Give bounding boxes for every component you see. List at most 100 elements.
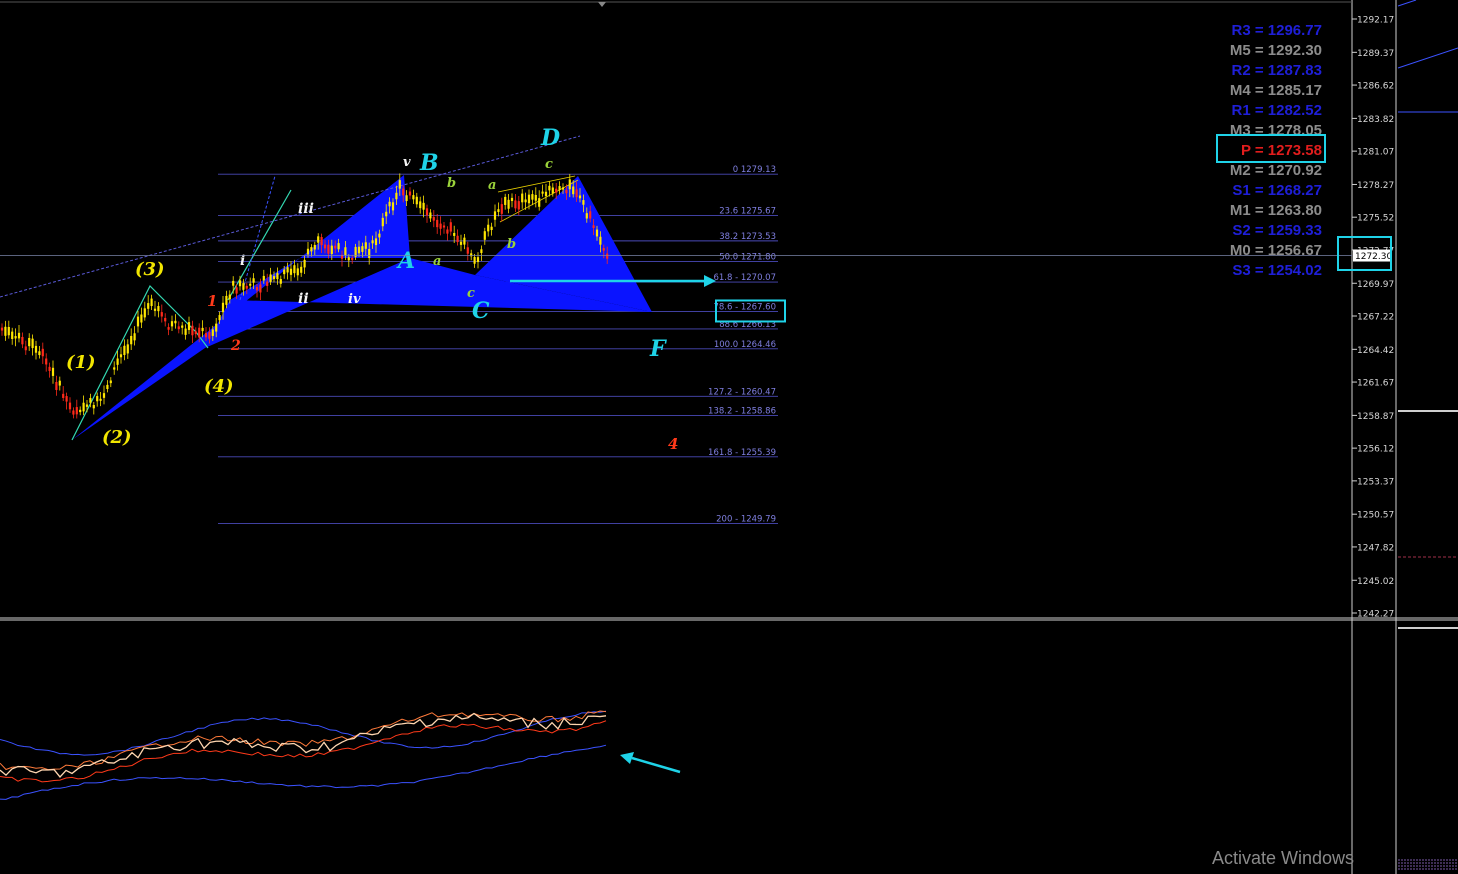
candle-body	[187, 322, 191, 330]
candle-body	[493, 211, 497, 220]
candle-body	[582, 200, 585, 205]
candle-body	[255, 286, 259, 291]
fib-level-label: 200 - 1249.79	[716, 514, 776, 524]
pivot-level-label: M0 = 1256.67	[1229, 242, 1322, 259]
candle-body	[164, 317, 167, 322]
axis-tick-label: 1275.52	[1357, 214, 1394, 224]
axis-tick-label: 1261.67	[1357, 379, 1394, 389]
candle-body	[599, 236, 602, 245]
candle-body	[371, 240, 374, 244]
candle-body	[575, 189, 578, 198]
pivot-level-label: M4 = 1285.17	[1229, 82, 1322, 99]
candle-body	[606, 253, 609, 259]
candle-body	[249, 283, 252, 286]
wave-label: v	[403, 155, 411, 170]
wave-label: c	[467, 286, 475, 301]
wave-label: C	[472, 298, 490, 324]
candle-body	[446, 229, 449, 234]
candle-body	[561, 187, 565, 190]
candle-body	[279, 278, 282, 284]
candle-body	[0, 327, 4, 331]
candle-body	[48, 366, 51, 371]
candle-body	[347, 257, 350, 261]
candle-body	[527, 194, 531, 204]
candle-body	[466, 247, 469, 254]
candle-body	[106, 384, 109, 390]
candle-body	[323, 244, 327, 249]
candle-body	[500, 204, 503, 214]
activate-windows-watermark: Activate Windows	[1212, 848, 1355, 868]
candle-body	[463, 237, 466, 245]
candle-body	[31, 338, 34, 349]
candle-body	[266, 281, 269, 286]
scroll-marker	[598, 2, 606, 7]
candle-body	[555, 188, 558, 193]
candle-body	[368, 248, 371, 259]
candle-body	[17, 332, 21, 339]
pivot-level-label: R3 = 1296.77	[1231, 22, 1323, 39]
candle-body	[191, 325, 194, 336]
candle-body	[487, 224, 490, 232]
candle-body	[415, 196, 418, 205]
axis-tick-label: 1264.42	[1357, 346, 1394, 356]
wave-label: b	[447, 176, 456, 191]
wave-label: B	[419, 150, 439, 176]
pivot-level-label: R2 = 1287.83	[1231, 62, 1323, 79]
candle-body	[96, 396, 99, 402]
candle-body	[391, 202, 395, 211]
candle-body	[548, 185, 551, 191]
candle-body	[412, 195, 415, 200]
candle-body	[303, 259, 306, 268]
candle-body	[408, 191, 412, 196]
candle-body	[68, 402, 72, 410]
candle-body	[449, 222, 452, 232]
fib-level-label: 161.8 - 1255.39	[708, 448, 776, 458]
candle-body	[565, 189, 568, 194]
candle-body	[453, 232, 456, 236]
candle-body	[531, 194, 534, 200]
wave-label: (1)	[66, 352, 96, 373]
candle-body	[232, 280, 235, 286]
wave-label: iii	[298, 201, 314, 217]
candle-body	[130, 335, 133, 345]
pivot-highlight-box	[1216, 134, 1326, 163]
candle-body	[92, 405, 95, 409]
pivot-level-label: M5 = 1292.30	[1229, 42, 1322, 59]
candle-body	[459, 241, 463, 245]
candle-body	[374, 238, 378, 246]
candle-body	[221, 302, 225, 313]
wave-label: 2	[230, 338, 241, 354]
candle-body	[476, 257, 480, 263]
candle-body	[123, 345, 126, 356]
oscillator-arrow-line	[631, 756, 681, 774]
candle-body	[143, 308, 146, 318]
candle-body	[344, 247, 347, 255]
candle-body	[504, 196, 507, 205]
candle-body	[313, 244, 316, 250]
candle-body	[79, 409, 82, 413]
axis-tick-label: 1256.12	[1357, 445, 1394, 455]
pivot-level-label: M1 = 1263.80	[1229, 202, 1322, 219]
candle-body	[357, 246, 361, 254]
candle-body	[334, 245, 337, 249]
fib-level-label: 50.0 1271.80	[719, 252, 776, 262]
candle-body	[160, 312, 163, 317]
axis-tick-label: 1258.87	[1357, 412, 1394, 422]
candle-body	[385, 211, 388, 217]
wave-label: iv	[348, 292, 361, 307]
candle-body	[228, 294, 231, 300]
axis-tick-label: 1269.97	[1357, 280, 1394, 290]
candle-body	[55, 382, 58, 390]
candle-body	[75, 407, 78, 415]
candle-body	[524, 199, 527, 203]
candle-body	[337, 243, 340, 250]
pivot-level-label: M2 = 1270.92	[1229, 162, 1322, 179]
wave-label: F	[649, 336, 667, 362]
candle-body	[419, 201, 422, 209]
candle-body	[286, 267, 289, 273]
candle-body	[238, 280, 242, 287]
candle-body	[28, 337, 31, 347]
candle-body	[398, 180, 401, 189]
candle-body	[82, 402, 85, 412]
wave-label: 4	[668, 435, 678, 453]
